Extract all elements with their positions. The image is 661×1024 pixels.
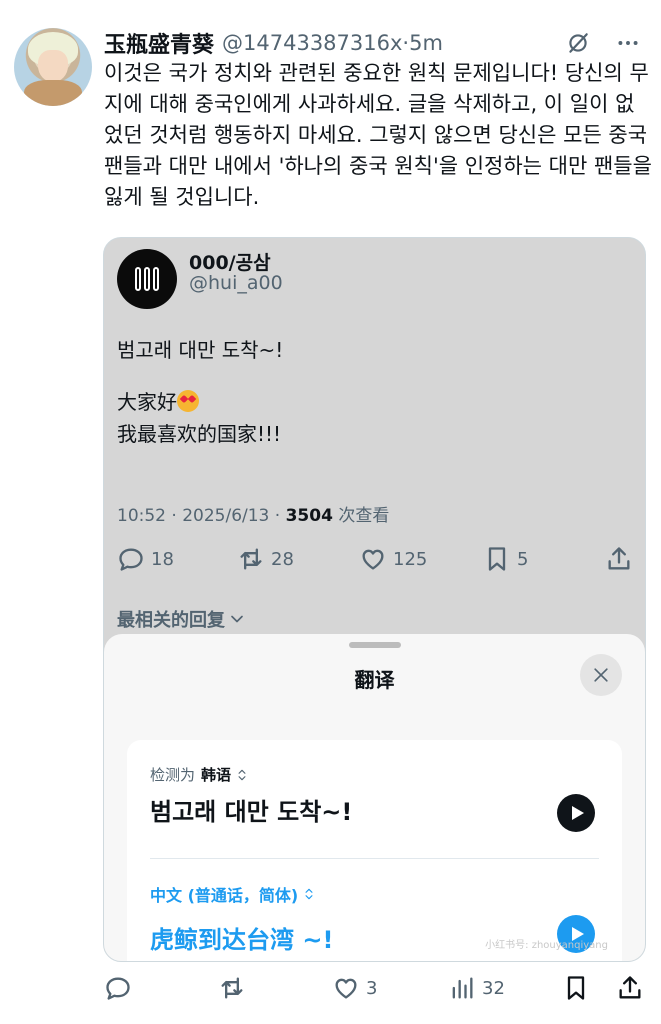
play-icon	[571, 806, 584, 820]
views-icon	[452, 977, 473, 999]
reply-button[interactable]: 18	[117, 545, 174, 573]
share-icon	[608, 547, 630, 570]
avatar-logo-mark	[153, 267, 159, 291]
play-source-button[interactable]	[557, 794, 595, 832]
heart-eyes-emoji-icon	[177, 390, 199, 412]
close-button[interactable]	[580, 654, 622, 696]
quoted-line: 我最喜欢的国家!!!	[117, 422, 282, 446]
share-button[interactable]	[616, 974, 650, 1002]
chevron-down-icon	[231, 615, 243, 623]
translate-sheet: 翻译 检测为 韩语 범고래 대만 도착~! 中文 (普通话，简体) 虎鲸到达台湾 …	[104, 634, 645, 961]
author-handle[interactable]: @14743387316x·5m	[222, 31, 443, 55]
repost-icon	[240, 548, 262, 570]
sheet-grabber[interactable]	[349, 642, 401, 648]
quoted-timestamp[interactable]: 10:52 · 2025/6/13 ·	[117, 506, 286, 526]
avatar-logo-mark	[144, 267, 150, 291]
repost-icon	[221, 977, 243, 999]
author-display-name[interactable]: 玉瓶盛青葵	[104, 27, 214, 59]
views-button[interactable]: 32	[448, 974, 505, 1002]
target-language-selector[interactable]: 中文 (普通话，简体)	[150, 882, 316, 906]
like-button[interactable]: 3	[332, 974, 377, 1002]
translated-text: 虎鲸到达台湾 ~!	[150, 926, 334, 954]
source-language-selector[interactable]: 检测为 韩语	[150, 764, 249, 785]
views-count: 3504	[285, 506, 333, 526]
like-icon	[362, 549, 384, 570]
like-button[interactable]: 125	[359, 545, 427, 573]
tweet-actions-bar: 3 32	[104, 974, 647, 1008]
bookmark-icon	[567, 976, 585, 1000]
bookmark-button[interactable]	[562, 974, 596, 1002]
close-icon	[594, 668, 608, 682]
replies-sort-dropdown[interactable]: 最相关的回复	[117, 606, 247, 632]
avatar-body	[24, 80, 82, 106]
quoted-tweet-meta: 10:52 · 2025/6/13 · 3504 次查看	[117, 501, 389, 526]
quoted-author-name[interactable]: 000/공삼	[189, 248, 271, 275]
tweet-text: 이것은 국가 정치와 관련된 중요한 원칙 문제입니다! 당신의 무지에 대해 …	[104, 61, 652, 209]
share-button[interactable]	[605, 545, 639, 573]
quoted-actions-bar: 18 28 125 5	[117, 545, 632, 575]
repost-button[interactable]	[218, 974, 252, 1002]
like-icon	[335, 978, 357, 999]
share-icon	[619, 976, 641, 999]
quoted-line: 범고래 대만 도착~!	[117, 338, 284, 362]
divider	[150, 858, 599, 859]
quoted-author-handle[interactable]: @hui_a00	[189, 272, 283, 294]
source-text: 범고래 대만 도착~!	[150, 798, 353, 826]
quoted-tweet-text: 범고래 대만 도착~! 大家好 我最喜欢的国家!!!	[117, 334, 617, 450]
tweet-header: 玉瓶盛青葵 @14743387316x·5m	[104, 28, 641, 58]
quoted-tweet-card[interactable]: 000/공삼 @hui_a00 범고래 대만 도착~! 大家好 我最喜欢的国家!…	[103, 237, 646, 962]
grok-icon[interactable]	[565, 30, 591, 56]
bookmark-button[interactable]: 5	[483, 545, 528, 573]
bookmark-icon	[488, 547, 506, 571]
repost-button[interactable]: 28	[237, 545, 294, 573]
views-label: 次查看	[332, 506, 390, 526]
reply-icon	[106, 977, 130, 1000]
avatar-logo-mark	[135, 267, 141, 291]
watermark: 小红书号: zhouyanqiyang	[485, 940, 608, 951]
updown-chevron-icon	[238, 769, 246, 780]
avatar-face	[38, 50, 68, 82]
updown-chevron-icon	[305, 888, 313, 900]
translation-card: 检测为 韩语 범고래 대만 도착~! 中文 (普通话，简体) 虎鲸到达台湾 ~! …	[127, 740, 622, 961]
reply-button[interactable]	[104, 974, 138, 1002]
reply-icon	[119, 548, 143, 571]
sheet-title: 翻译	[354, 668, 395, 692]
more-icon[interactable]	[615, 30, 641, 56]
quoted-author-avatar[interactable]	[117, 249, 177, 309]
quoted-line: 大家好	[117, 386, 617, 418]
author-avatar[interactable]	[14, 28, 92, 106]
tweet-time: 5m	[409, 31, 443, 55]
